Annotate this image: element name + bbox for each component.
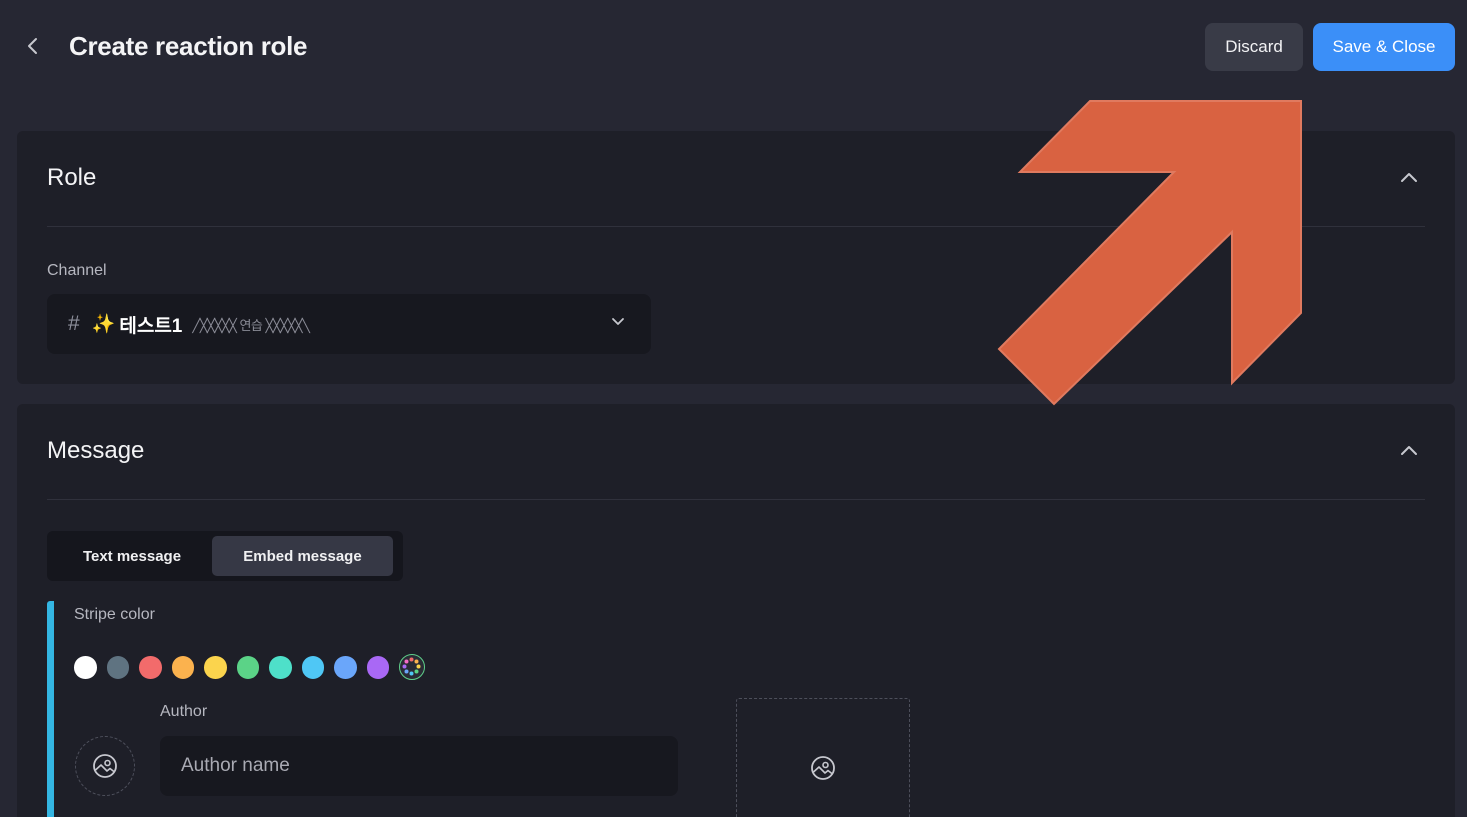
color-swatch[interactable] <box>139 656 162 679</box>
chevron-left-icon <box>28 38 37 54</box>
sparkle-icon: ✨ <box>91 314 116 335</box>
color-swatch[interactable] <box>301 656 324 679</box>
custom-color-picker-icon[interactable] <box>399 654 425 680</box>
channel-name: 테스트1 <box>119 315 183 337</box>
page-title: Create reaction role <box>69 31 308 61</box>
message-divider <box>47 499 1425 500</box>
author-label: Author <box>160 703 208 720</box>
discard-button[interactable]: Discard <box>1205 23 1303 71</box>
save-close-button[interactable]: Save & Close <box>1313 23 1455 71</box>
tab-text-message[interactable]: Text message <box>52 536 212 576</box>
author-name-input[interactable] <box>160 736 678 796</box>
color-swatch[interactable] <box>204 656 227 679</box>
message-type-tabs: Text message Embed message <box>47 531 403 581</box>
chevron-down-icon <box>612 318 624 325</box>
message-collapse-button[interactable] <box>1399 440 1419 460</box>
embed-stripe-preview <box>47 601 54 817</box>
author-avatar-upload[interactable] <box>75 736 135 796</box>
page: Create reaction role Discard Save & Clos… <box>0 0 1467 817</box>
color-swatch[interactable] <box>334 656 357 679</box>
image-upload-icon <box>93 754 117 778</box>
color-swatch[interactable] <box>366 656 389 679</box>
color-wheel-icon <box>402 657 421 676</box>
channel-name-decoration: ╱╳╳╳╳╳ 연습 ╳╳╳╳╳╲ <box>192 317 310 333</box>
color-swatch[interactable] <box>74 656 97 679</box>
color-swatch[interactable] <box>269 656 292 679</box>
channel-select[interactable]: # ✨ 테스트1 ╱╳╳╳╳╳ 연습 ╳╳╳╳╳╲ <box>47 294 651 354</box>
message-section-title: Message <box>47 437 145 464</box>
color-swatch[interactable] <box>171 656 194 679</box>
tab-embed-message[interactable]: Embed message <box>212 536 393 576</box>
image-upload-icon <box>811 756 835 780</box>
role-section-title: Role <box>47 164 97 191</box>
color-swatch[interactable] <box>236 656 259 679</box>
hash-icon: # <box>68 312 80 335</box>
chevron-up-icon <box>1401 173 1417 182</box>
thumbnail-upload[interactable] <box>736 698 910 817</box>
chevron-up-icon <box>1401 446 1417 455</box>
color-swatch[interactable] <box>106 656 129 679</box>
role-divider <box>47 226 1425 227</box>
stripe-color-label: Stripe color <box>74 606 155 623</box>
back-button[interactable] <box>20 33 46 59</box>
message-panel: Message Text message Embed message Strip… <box>17 404 1455 817</box>
channel-label: Channel <box>47 262 107 279</box>
role-panel: Role Channel # ✨ 테스트1 ╱╳╳╳╳╳ 연습 ╳╳╳╳╳╲ <box>17 131 1455 384</box>
stripe-color-swatches <box>74 654 425 680</box>
role-collapse-button[interactable] <box>1399 167 1419 187</box>
